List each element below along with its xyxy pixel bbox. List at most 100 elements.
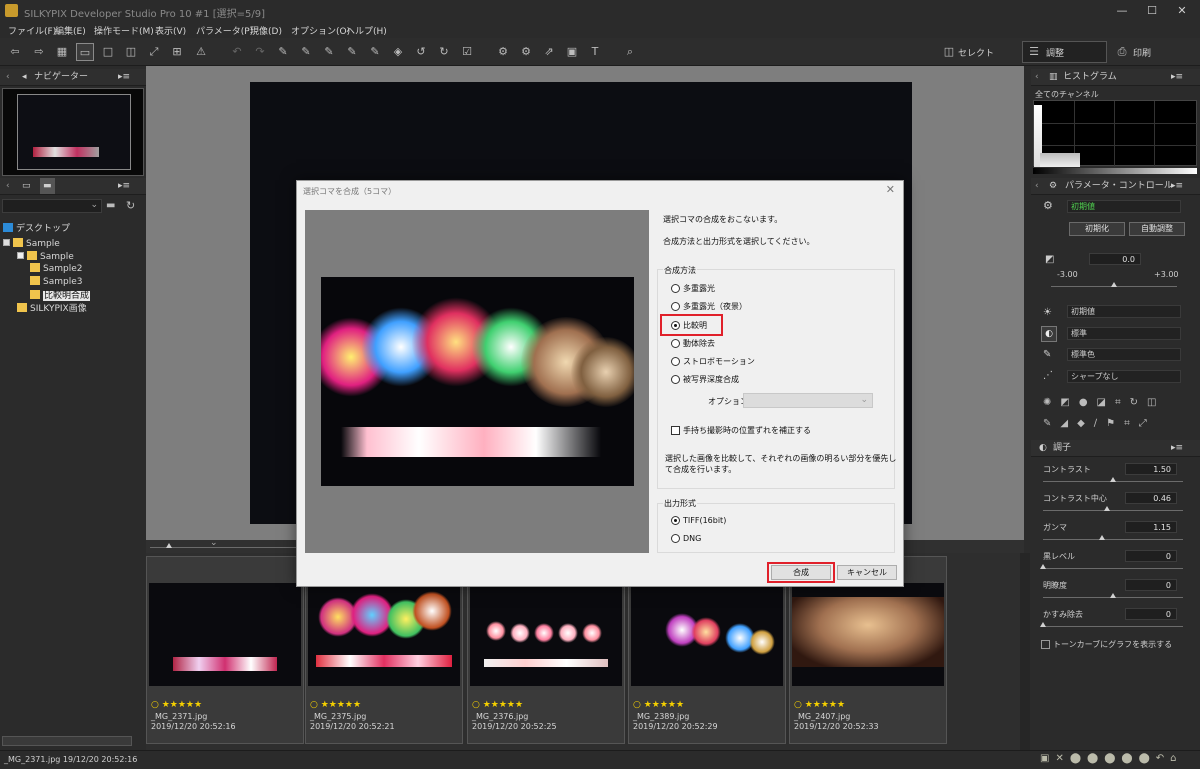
menu-mode[interactable]: 操作モード(M) bbox=[94, 24, 154, 37]
curve-checkbox[interactable]: トーンカーブにグラフを表示する bbox=[1041, 639, 1172, 650]
chevron-down-icon[interactable]: ⌄ bbox=[210, 538, 218, 548]
print-mode-label[interactable]: 印刷 bbox=[1133, 46, 1151, 59]
menu-file[interactable]: ファイル(F) bbox=[8, 24, 56, 37]
undo-icon[interactable]: ↶ bbox=[228, 43, 246, 61]
color-select[interactable]: 標準色 bbox=[1067, 348, 1181, 361]
rotate-right-icon[interactable]: ↻ bbox=[435, 43, 453, 61]
cancel-button[interactable]: キャンセル bbox=[837, 565, 897, 580]
tone-row-value[interactable]: 0.46 bbox=[1125, 492, 1177, 504]
histogram-channel-select[interactable]: 全てのチャンネル bbox=[1035, 89, 1099, 100]
fullscreen-icon[interactable]: ⤢ bbox=[145, 43, 163, 61]
collapse-icon[interactable]: ‹ bbox=[6, 69, 10, 85]
thumbnail-1[interactable]: ○ ★★★★★ _MG_2371.jpg 2019/12/20 20:52:16 bbox=[146, 556, 304, 744]
t-tool-icon[interactable]: T bbox=[586, 43, 604, 61]
tone-row-value[interactable]: 0 bbox=[1125, 608, 1177, 620]
comment-tab-icon[interactable]: ▭ bbox=[22, 178, 31, 194]
tool-1-icon[interactable]: ✎ bbox=[274, 43, 292, 61]
tone-row-slider[interactable] bbox=[1043, 626, 1183, 627]
radio-multiple-exposure[interactable]: 多重露光 bbox=[671, 283, 715, 294]
option-select[interactable]: ⌄ bbox=[743, 393, 873, 408]
tone-row-value[interactable]: 0 bbox=[1125, 579, 1177, 591]
navigator-preview[interactable] bbox=[2, 88, 144, 176]
tone-row-slider-handle[interactable] bbox=[1040, 564, 1046, 569]
refresh-icon[interactable]: ↻ bbox=[126, 199, 135, 212]
menu-develop[interactable]: 現像(D) bbox=[250, 24, 282, 37]
layers-icon[interactable]: ◈ bbox=[389, 43, 407, 61]
menu-option[interactable]: オプション(O) bbox=[291, 24, 350, 37]
tone-row-value[interactable]: 1.15 bbox=[1125, 521, 1177, 533]
select-mode-label[interactable]: セレクト bbox=[958, 46, 994, 59]
tone-row-slider-handle[interactable] bbox=[1110, 477, 1116, 482]
tree-item-sample3[interactable]: Sample3 bbox=[30, 276, 82, 287]
menu-edit[interactable]: 編集(E) bbox=[55, 24, 86, 37]
preset-select[interactable]: 初期値 bbox=[1067, 200, 1181, 213]
filmstrip-view-icon[interactable]: ▭ bbox=[76, 43, 94, 61]
compare-view-icon[interactable]: ◫ bbox=[122, 43, 140, 61]
tree-item-silkypix-images[interactable]: SILKYPIX画像 bbox=[17, 301, 87, 314]
radio-moving-object-removal[interactable]: 動体除去 bbox=[671, 338, 715, 349]
radio-focus-stacking[interactable]: 被写界深度合成 bbox=[671, 374, 739, 385]
print-mode-icon[interactable]: ⎙ bbox=[1113, 43, 1131, 61]
tone-row-slider[interactable] bbox=[1043, 539, 1183, 540]
redo-icon[interactable]: ↷ bbox=[251, 43, 269, 61]
rating-stars[interactable]: ○ ★★★★★ bbox=[794, 700, 845, 710]
expand-icon[interactable] bbox=[3, 239, 10, 246]
tree-item-sample2[interactable]: Sample2 bbox=[30, 263, 82, 274]
collapse-icon[interactable]: ‹ bbox=[1035, 69, 1039, 85]
horizontal-scrollbar[interactable] bbox=[2, 736, 132, 746]
radio-multiple-exposure-night[interactable]: 多重露光（夜景） bbox=[671, 301, 747, 312]
tool-4-icon[interactable]: ✎ bbox=[343, 43, 361, 61]
tone-row-slider-handle[interactable] bbox=[1040, 622, 1046, 627]
menu-view[interactable]: 表示(V) bbox=[155, 24, 186, 37]
expand-icon[interactable] bbox=[17, 252, 24, 259]
auto-adjust-button[interactable]: 自動調整 bbox=[1129, 222, 1185, 236]
path-select[interactable]: ⌄ bbox=[2, 199, 102, 213]
rating-stars[interactable]: ○ ★★★★★ bbox=[472, 700, 523, 710]
radio-tiff[interactable]: TIFF(16bit) bbox=[671, 516, 726, 525]
tool-5-icon[interactable]: ✎ bbox=[366, 43, 384, 61]
export-icon[interactable]: ⇗ bbox=[540, 43, 558, 61]
tree-item-sample[interactable]: Sample bbox=[3, 238, 60, 249]
tree-item-desktop[interactable]: デスクトップ bbox=[3, 221, 70, 234]
rotate-left-icon[interactable]: ↺ bbox=[412, 43, 430, 61]
tone-icon[interactable]: ◐ bbox=[1041, 326, 1057, 342]
rating-stars[interactable]: ○ ★★★★★ bbox=[633, 700, 684, 710]
tone-row-value[interactable]: 1.50 bbox=[1125, 463, 1177, 475]
panel-menu-icon[interactable]: ▸≡ bbox=[118, 178, 130, 194]
panel-menu-icon[interactable]: ▸≡ bbox=[1171, 440, 1183, 456]
status-icons[interactable]: ▣✕⬤⬤⬤⬤⬤↶⌂ bbox=[1040, 753, 1183, 764]
folder-tab-icon[interactable]: ▬ bbox=[40, 178, 55, 194]
tone-row-slider[interactable] bbox=[1043, 568, 1183, 569]
tone-row-slider-handle[interactable] bbox=[1098, 535, 1105, 540]
collapse-icon[interactable]: ‹ bbox=[1035, 178, 1039, 194]
maximize-button[interactable]: ☐ bbox=[1140, 3, 1164, 19]
tone-row-slider-handle[interactable] bbox=[1110, 593, 1116, 598]
tool-icons-row-2[interactable]: ✎◢◆∕⚑⌗⤢ bbox=[1043, 418, 1156, 429]
screen-icon[interactable]: ▣ bbox=[563, 43, 581, 61]
checkbox-icon[interactable] bbox=[1041, 640, 1050, 649]
tone-row-value[interactable]: 0 bbox=[1125, 550, 1177, 562]
panel-menu-icon[interactable]: ▸≡ bbox=[118, 69, 130, 85]
batch-icon[interactable]: ⚙ bbox=[517, 43, 535, 61]
rating-stars[interactable]: ○ ★★★★★ bbox=[310, 700, 361, 710]
collapse-icon[interactable]: ‹ bbox=[6, 178, 10, 194]
sharpness-select[interactable]: シャープなし bbox=[1067, 370, 1181, 383]
close-button[interactable]: ✕ bbox=[1170, 3, 1194, 19]
tone-row-slider-handle[interactable] bbox=[1104, 506, 1111, 511]
multi-view-icon[interactable]: ⊞ bbox=[168, 43, 186, 61]
radio-strobe-motion[interactable]: ストロボモーション bbox=[671, 356, 755, 367]
menu-help[interactable]: ヘルプ(H) bbox=[346, 24, 387, 37]
prev-icon[interactable]: ⇦ bbox=[6, 43, 24, 61]
reset-button[interactable]: 初期化 bbox=[1069, 222, 1125, 236]
next-icon[interactable]: ⇨ bbox=[30, 43, 48, 61]
tree-item-sample-sub[interactable]: Sample bbox=[17, 251, 74, 262]
tree-item-composite[interactable]: 比較明合成 bbox=[30, 288, 91, 301]
tool-3-icon[interactable]: ✎ bbox=[320, 43, 338, 61]
handheld-checkbox[interactable]: 手持ち撮影時の位置ずれを補正する bbox=[671, 425, 811, 436]
tone-select[interactable]: 標準 bbox=[1067, 327, 1181, 340]
tone-row-slider[interactable] bbox=[1043, 510, 1183, 511]
check-icon[interactable]: ☑ bbox=[458, 43, 476, 61]
select-mode-icon[interactable]: ◫ bbox=[940, 43, 958, 61]
zoom-icon[interactable]: ⌕ bbox=[621, 43, 639, 61]
tool-2-icon[interactable]: ✎ bbox=[297, 43, 315, 61]
